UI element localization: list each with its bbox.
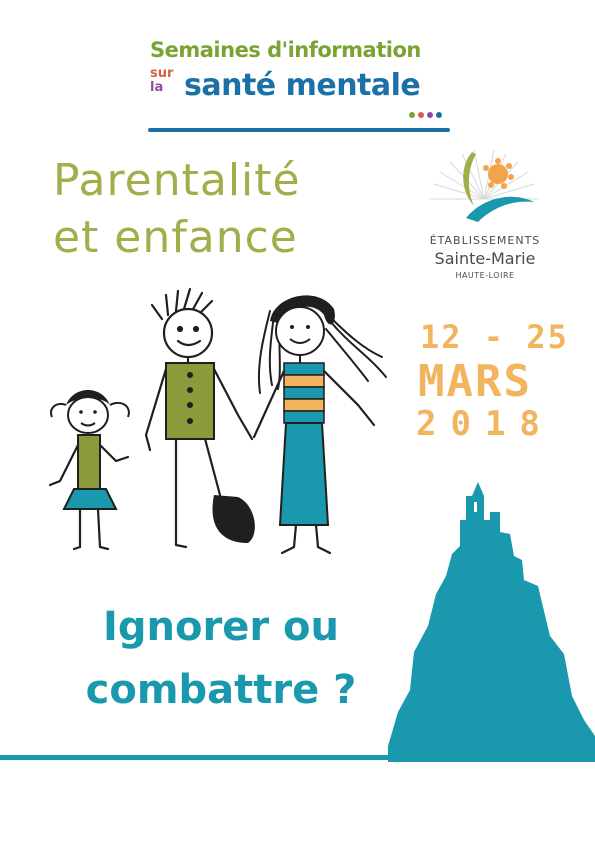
question-line2: combattre ? — [85, 667, 357, 713]
organisation-name: Sainte-Marie — [434, 249, 536, 268]
logo-dot-blue — [436, 112, 442, 118]
date-month: MARS — [418, 356, 532, 407]
sism-title-line1: Semaines d'information — [150, 38, 421, 62]
sainte-marie-logo-icon — [429, 149, 539, 222]
question-line1: Ignorer ou — [103, 604, 339, 650]
bottom-rule — [0, 755, 595, 760]
logo-dot-orange — [418, 112, 424, 118]
header-rule — [148, 128, 450, 132]
logo-dot-purple — [427, 112, 433, 118]
date-range: 12 - 25 — [420, 318, 569, 356]
chapel-rock-icon — [388, 482, 595, 762]
organisation-region: HAUTE-LOIRE — [455, 271, 515, 280]
sism-sur: sur — [150, 66, 174, 81]
theme-title-line2: et enfance — [53, 212, 298, 263]
theme-title-line1: Parentalité — [53, 155, 301, 206]
sism-la: la — [150, 80, 164, 95]
logo-dot-green — [409, 112, 415, 118]
sism-title-line2: santé mentale — [184, 68, 421, 103]
date-year: 2018 — [416, 404, 554, 444]
organisation-line1: ÉTABLISSEMENTS — [429, 234, 541, 247]
family-drawing-icon — [48, 287, 387, 555]
